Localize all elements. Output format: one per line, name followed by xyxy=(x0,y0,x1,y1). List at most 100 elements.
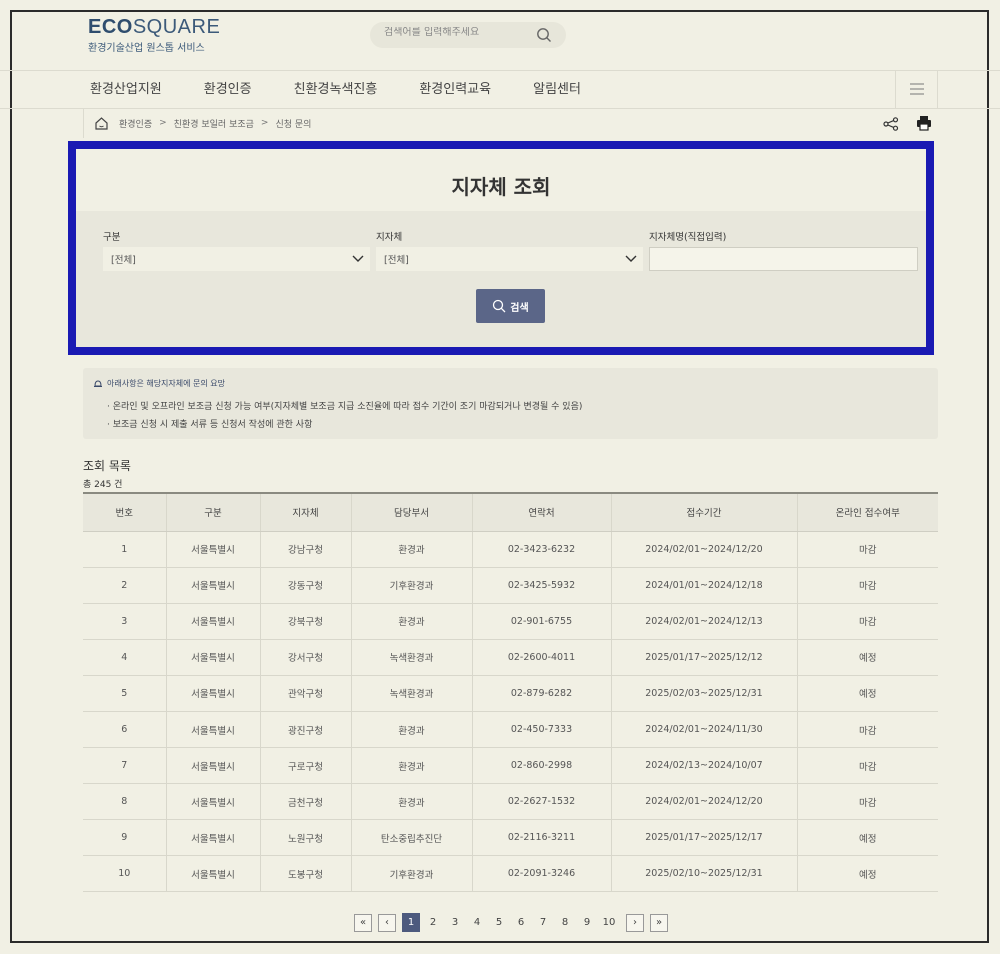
next-page-button[interactable]: › xyxy=(626,913,644,932)
table-cell: 환경과 xyxy=(350,531,472,568)
column-header: 연락처 xyxy=(471,492,611,532)
nav-item[interactable]: 환경인증 xyxy=(202,78,254,97)
table-cell: 2 xyxy=(83,567,166,604)
table-body: 1 서울특별시 강남구청 환경과 02-3423-6232 2024/02/01~2024… xyxy=(83,531,938,893)
nav-item[interactable]: 알림센터 xyxy=(531,78,583,97)
table-cell: 탄소중립추진단 xyxy=(350,819,472,857)
table-cell: 6 xyxy=(83,711,166,749)
table-cell: 강동구청 xyxy=(259,567,351,604)
table-cell: 2024/02/01~2024/12/13 xyxy=(610,603,797,640)
page-number[interactable]: 5 xyxy=(490,913,508,932)
table-row[interactable]: 10 서울특별시 도봉구청 기후환경과 02-2091-3246 2025/02/10~2… xyxy=(83,855,938,893)
query-form: 구분 [전체] 지자체 [전체] 지자체명(직접입력) 검색 xyxy=(76,211,926,347)
search-icon xyxy=(493,299,506,313)
breadcrumb-item[interactable]: 친환경 보일러 보조금 xyxy=(174,117,254,130)
table-row[interactable]: 5 서울특별시 관악구청 녹색환경과 02-879-6282 2025/02/03~202… xyxy=(83,675,938,712)
last-page-button[interactable]: » xyxy=(650,913,668,932)
column-header: 담당부서 xyxy=(350,492,472,532)
prev-page-button[interactable]: ‹ xyxy=(378,913,396,932)
table-cell: 02-2627-1532 xyxy=(471,783,611,821)
page-number[interactable]: 6 xyxy=(512,913,530,932)
pagination: « ‹ 1 2 3 4 5 6 7 8 9 10 › » xyxy=(354,913,674,932)
table-cell: 02-450-7333 xyxy=(471,711,611,749)
breadcrumb-item[interactable]: 환경인증 xyxy=(119,117,152,130)
share-icon[interactable] xyxy=(883,116,899,135)
category-select[interactable]: [전체] xyxy=(103,247,370,271)
category-label: 구분 xyxy=(103,232,121,243)
table-cell: 강북구청 xyxy=(259,603,351,640)
table-cell: 예정 xyxy=(796,675,938,712)
table-cell: 도봉구청 xyxy=(259,855,351,893)
search-icon[interactable] xyxy=(536,27,552,47)
table-cell: 서울특별시 xyxy=(165,783,260,821)
municipality-name-input[interactable] xyxy=(649,247,918,271)
search-button[interactable]: 검색 xyxy=(476,289,545,323)
page-number[interactable]: 10 xyxy=(600,913,618,932)
table-cell: 02-2091-3246 xyxy=(471,855,611,893)
table-row[interactable]: 9 서울특별시 노원구청 탄소중립추진단 02-2116-3211 2025/01/17~… xyxy=(83,819,938,857)
table-row[interactable]: 2 서울특별시 강동구청 기후환경과 02-3425-5932 2024/01/01~20… xyxy=(83,567,938,604)
search-input[interactable] xyxy=(384,27,534,38)
nav-item[interactable]: 환경산업지원 xyxy=(88,78,164,97)
table-row[interactable]: 4 서울특별시 강서구청 녹색환경과 02-2600-4011 2025/01/17~20… xyxy=(83,639,938,676)
table-cell: 기후환경과 xyxy=(350,855,472,893)
query-title: 지자체 조회 xyxy=(451,175,551,199)
table-row[interactable]: 8 서울특별시 금천구청 환경과 02-2627-1532 2024/02/01~2024… xyxy=(83,783,938,821)
print-icon[interactable] xyxy=(916,115,932,135)
municipality-name-field: 지자체명(직접입력) xyxy=(649,229,918,271)
table-cell: 서울특별시 xyxy=(165,531,260,568)
table-cell: 02-879-6282 xyxy=(471,675,611,712)
column-header: 온라인 접수여부 xyxy=(796,492,938,532)
home-icon[interactable] xyxy=(94,116,109,131)
table-cell: 5 xyxy=(83,675,166,712)
page-number[interactable]: 8 xyxy=(556,913,574,932)
hamburger-menu-button[interactable] xyxy=(895,70,938,108)
municipality-select[interactable]: [전체] xyxy=(376,247,643,271)
breadcrumb-item-current: 신청 문의 xyxy=(275,119,312,130)
first-page-button[interactable]: « xyxy=(354,913,372,932)
table-cell: 10 xyxy=(83,855,166,893)
table-cell: 마감 xyxy=(796,747,938,785)
chevron-right-icon: > xyxy=(260,118,269,128)
page-number[interactable]: 7 xyxy=(534,913,552,932)
table-cell: 예정 xyxy=(796,639,938,676)
column-header: 지자체 xyxy=(259,492,351,532)
table-row[interactable]: 6 서울특별시 광진구청 환경과 02-450-7333 2024/02/01~2024/… xyxy=(83,711,938,749)
page-number[interactable]: 4 xyxy=(468,913,486,932)
column-header: 번호 xyxy=(83,492,166,532)
table-row[interactable]: 7 서울특별시 구로구청 환경과 02-860-2998 2024/02/13~2024/… xyxy=(83,747,938,785)
notice-line: · 온라인 및 오프라인 보조금 신청 가능 여부(지자체별 보조금 지급 소진… xyxy=(107,402,583,412)
municipality-field: 지자체 [전체] xyxy=(376,229,643,271)
page-number[interactable]: 3 xyxy=(446,913,464,932)
table-cell: 서울특별시 xyxy=(165,675,260,712)
nav-item[interactable]: 환경인력교육 xyxy=(417,78,493,97)
page-number[interactable]: 9 xyxy=(578,913,596,932)
table-cell: 강남구청 xyxy=(259,531,351,568)
table-cell: 기후환경과 xyxy=(350,567,472,604)
site-logo[interactable]: ECOSQUARE 환경기술산업 원스톱 서비스 xyxy=(88,16,220,54)
table-row[interactable]: 1 서울특별시 강남구청 환경과 02-3423-6232 2024/02/01~2024… xyxy=(83,531,938,568)
search-button-label: 검색 xyxy=(510,302,529,314)
table-cell: 서울특별시 xyxy=(165,855,260,893)
table-cell: 2025/01/17~2025/12/12 xyxy=(610,639,797,676)
page-number[interactable]: 1 xyxy=(402,913,420,932)
table-cell: 금천구청 xyxy=(259,783,351,821)
table-cell: 서울특별시 xyxy=(165,639,260,676)
table-cell: 2024/02/01~2024/12/20 xyxy=(610,783,797,821)
breadcrumb: 환경인증 > 친환경 보일러 보조금 > 신청 문의 xyxy=(83,108,938,138)
table-cell: 8 xyxy=(83,783,166,821)
table-cell: 2025/01/17~2025/12/17 xyxy=(610,819,797,857)
nav-item[interactable]: 친환경녹색진흥 xyxy=(292,78,380,97)
table-cell: 3 xyxy=(83,603,166,640)
global-search xyxy=(370,22,566,48)
list-title: 조회 목록 xyxy=(83,459,131,473)
table-cell: 환경과 xyxy=(350,603,472,640)
page-number[interactable]: 2 xyxy=(424,913,442,932)
category-field: 구분 [전체] xyxy=(103,229,370,271)
nav-top-divider xyxy=(0,70,1000,71)
notice-line: · 보조금 신청 시 제출 서류 등 신청서 작성에 관한 사항 xyxy=(107,420,313,430)
table-cell: 2024/02/01~2024/12/20 xyxy=(610,531,797,568)
table-row[interactable]: 3 서울특별시 강북구청 환경과 02-901-6755 2024/02/01~2024/… xyxy=(83,603,938,640)
table-cell: 2024/02/01~2024/11/30 xyxy=(610,711,797,749)
logo-bold-text: ECO xyxy=(88,16,133,38)
